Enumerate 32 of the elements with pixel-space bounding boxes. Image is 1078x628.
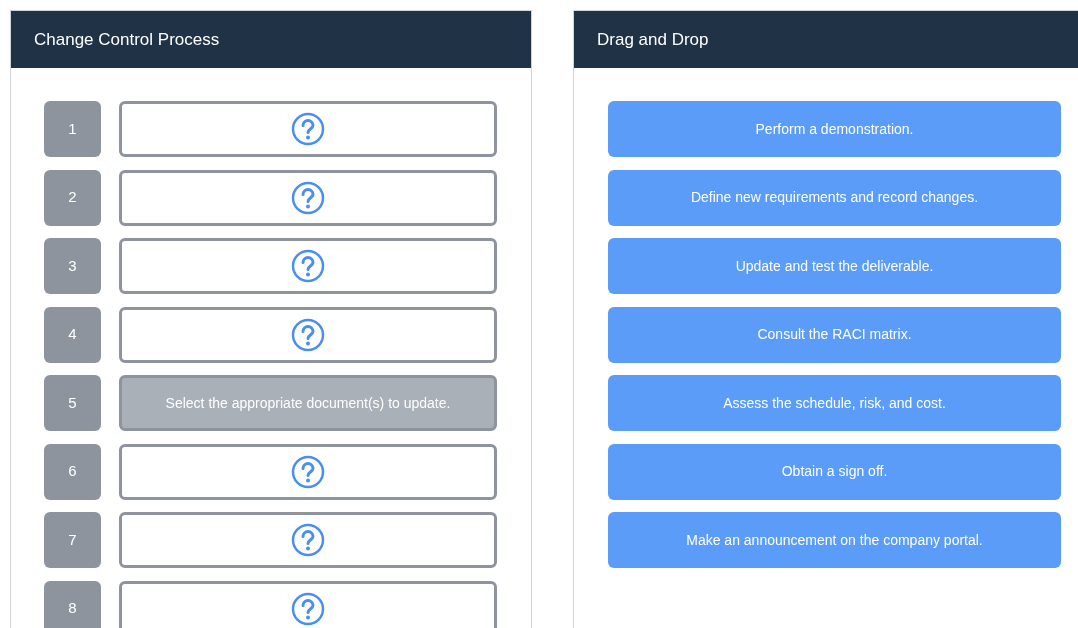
panel-title: Change Control Process: [34, 28, 220, 51]
answer-slot[interactable]: [119, 512, 497, 568]
draggable-option[interactable]: Define new requirements and record changes.: [608, 169, 1061, 226]
panel-title: Drag and Drop: [597, 28, 709, 51]
draggable-option[interactable]: Assess the schedule, risk, and cost.: [608, 375, 1061, 431]
draggable-option[interactable]: Obtain a sign off.: [608, 443, 1061, 500]
draggable-option[interactable]: Perform a demonstration.: [608, 101, 1061, 157]
answer-slot[interactable]: [119, 306, 497, 363]
answer-slot[interactable]: [119, 238, 497, 294]
question-icon: [291, 112, 325, 146]
answer-slot[interactable]: Select the appropriate document(s) to update.: [119, 375, 497, 431]
step-number: 8: [44, 580, 101, 628]
step-number: 6: [44, 443, 101, 500]
draggable-option[interactable]: Update and test the deliverable.: [608, 238, 1061, 294]
step-number: 7: [44, 512, 101, 568]
step-number: 2: [44, 169, 101, 226]
draggable-option[interactable]: Make an announcement on the company portal.: [608, 512, 1061, 568]
question-icon: [291, 523, 325, 557]
answer-slot[interactable]: [119, 443, 497, 500]
question-icon: [291, 180, 325, 215]
question-icon: [291, 317, 325, 352]
answer-slot[interactable]: [119, 169, 497, 226]
step-number: 4: [44, 306, 101, 363]
draggable-option[interactable]: Consult the RACI matrix.: [608, 306, 1061, 363]
step-number: 5: [44, 375, 101, 431]
step-number: 3: [44, 238, 101, 294]
question-icon: [291, 249, 325, 283]
answer-slot[interactable]: [119, 101, 497, 157]
answer-slot[interactable]: [119, 580, 497, 628]
question-icon: [291, 591, 325, 626]
step-number: 1: [44, 101, 101, 157]
question-icon: [291, 454, 325, 489]
